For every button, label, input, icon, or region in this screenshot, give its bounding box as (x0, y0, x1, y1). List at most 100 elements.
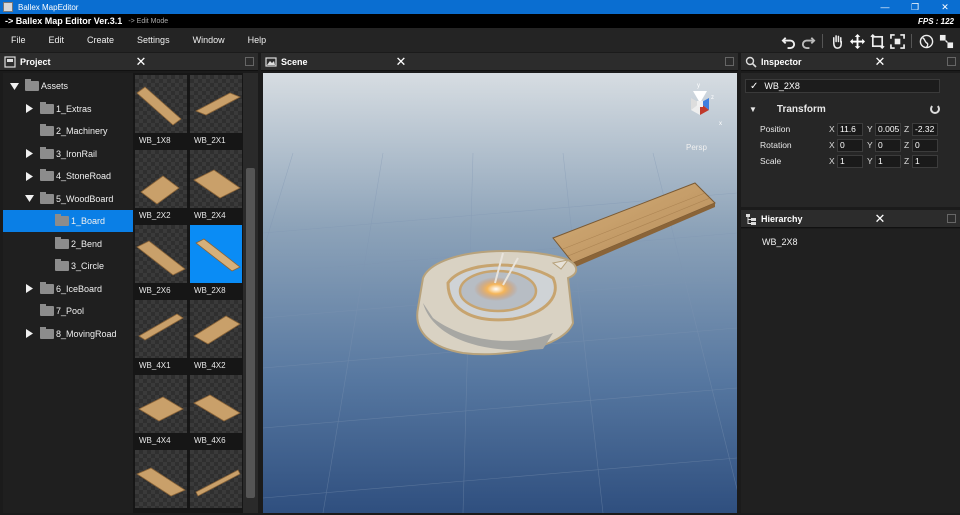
tree-item[interactable]: 3_Circle (3, 255, 133, 277)
menu-window[interactable]: Window (182, 35, 237, 45)
project-tree: Assets 1_Extras 2_Machinery 3_IronRail 4_Sto… (3, 73, 133, 513)
transform-header[interactable]: ▼ Transform (741, 101, 960, 117)
tree-item[interactable]: 6_IceBoard (3, 278, 133, 300)
asset-item[interactable]: WB_4X4 (133, 373, 188, 448)
tree-item[interactable]: 5_WoodBoard (3, 188, 133, 210)
expanded-arrow-icon[interactable] (9, 81, 19, 91)
scale-x-field[interactable]: 1 (837, 155, 863, 168)
folder-icon (55, 236, 69, 249)
perspective-label[interactable]: Persp (686, 143, 707, 152)
close-window-button[interactable]: ✕ (930, 0, 960, 14)
maximize-project-panel-button[interactable] (245, 57, 254, 66)
object-name-field[interactable]: ✓ WB_2X8 (745, 79, 940, 93)
pivot-icon[interactable] (936, 32, 956, 50)
scale-row: Scale X 1 Y 1 Z 1 (741, 155, 960, 169)
asset-item[interactable]: WB_4X6 (188, 373, 243, 448)
asset-item[interactable]: WB_4X2 (188, 298, 243, 373)
gizmo-y-label: y (697, 83, 700, 89)
asset-item[interactable]: WB_2X6 (133, 223, 188, 298)
scene-3d-render: y z x (263, 73, 737, 513)
asset-item[interactable] (133, 448, 188, 515)
maximize-scene-panel-button[interactable] (725, 57, 734, 66)
tree-item[interactable]: 1_Board (3, 210, 133, 232)
asset-scrollbar-thumb[interactable] (246, 168, 255, 498)
close-hierarchy-panel-button[interactable]: ✕ (873, 211, 887, 226)
rotation-y-field[interactable]: 0 (875, 139, 901, 152)
menu-help[interactable]: Help (237, 35, 279, 45)
asset-item[interactable]: WB_4X1 (133, 298, 188, 373)
scene-viewport[interactable]: y z x Persp (263, 73, 737, 513)
scene-panel-title: Scene (281, 56, 308, 67)
asset-item[interactable]: WB_2X1 (188, 73, 243, 148)
header-strip: -> Ballex Map Editor Ver.3.1 -> Edit Mod… (0, 14, 960, 28)
rotation-z-axis: Z (904, 140, 910, 150)
rotate-icon[interactable] (867, 32, 887, 50)
rotation-z-field[interactable]: 0 (912, 139, 938, 152)
tree-item[interactable]: 2_Machinery (3, 120, 133, 142)
position-z-field[interactable]: -2.32 (912, 123, 938, 136)
position-y-field[interactable]: 0.005 (875, 123, 901, 136)
asset-item[interactable]: WB_2X8 (188, 223, 243, 298)
asset-label: WB_4X6 (194, 436, 226, 445)
asset-item[interactable] (188, 448, 243, 515)
collapsed-arrow-icon[interactable] (24, 149, 34, 159)
active-checkbox[interactable]: ✓ (750, 81, 758, 92)
undo-icon[interactable] (778, 32, 798, 50)
asset-thumbnail (190, 300, 242, 358)
asset-item[interactable]: WB_1X8 (133, 73, 188, 148)
maximize-button[interactable]: ❐ (900, 0, 930, 14)
position-x-field[interactable]: 11.6 (837, 123, 863, 136)
folder-icon (40, 101, 54, 114)
position-row: Position X 11.6 Y 0.005 Z -2.32 (741, 123, 960, 137)
collapse-arrow-icon[interactable]: ▼ (749, 105, 757, 114)
folder-icon (40, 191, 54, 204)
hand-icon[interactable] (827, 32, 847, 50)
rotation-x-field[interactable]: 0 (837, 139, 863, 152)
folder-icon (55, 259, 69, 271)
asset-item[interactable]: WB_2X4 (188, 148, 243, 223)
reset-icon[interactable] (930, 104, 940, 114)
position-label: Position (760, 124, 791, 134)
close-project-panel-button[interactable]: ✕ (134, 54, 148, 69)
scale-x-axis: X (829, 156, 835, 166)
toolbar-separator (822, 34, 823, 48)
asset-label: WB_4X2 (194, 361, 226, 370)
maximize-inspector-panel-button[interactable] (947, 57, 956, 66)
menu-file[interactable]: File (0, 35, 38, 45)
asset-thumbnail (135, 225, 187, 283)
rotation-x-axis: X (829, 140, 835, 150)
folder-icon (40, 146, 54, 159)
hierarchy-item[interactable]: WB_2X8 (762, 237, 798, 247)
close-inspector-panel-button[interactable]: ✕ (873, 54, 887, 69)
maximize-hierarchy-panel-button[interactable] (947, 214, 956, 223)
tree-item[interactable]: 8_MovingRoad (3, 323, 133, 345)
asset-scrollbar[interactable] (243, 73, 258, 513)
global-icon[interactable] (916, 32, 936, 50)
close-scene-panel-button[interactable]: ✕ (394, 54, 408, 69)
asset-thumbnail (190, 450, 242, 508)
collapsed-arrow-icon[interactable] (24, 104, 34, 114)
tree-item[interactable]: 7_Pool (3, 300, 133, 322)
menu-edit[interactable]: Edit (38, 35, 77, 45)
menu-create[interactable]: Create (76, 35, 126, 45)
menu-settings[interactable]: Settings (126, 35, 182, 45)
tree-item[interactable]: 2_Bend (3, 233, 133, 255)
expanded-arrow-icon[interactable] (24, 194, 34, 204)
redo-icon[interactable] (798, 32, 818, 50)
collapsed-arrow-icon[interactable] (24, 329, 34, 339)
rotation-y-axis: Y (867, 140, 873, 150)
scale-y-field[interactable]: 1 (875, 155, 901, 168)
asset-label: WB_2X6 (139, 286, 171, 295)
scale-z-field[interactable]: 1 (912, 155, 938, 168)
tree-item[interactable]: 3_IronRail (3, 143, 133, 165)
collapsed-arrow-icon[interactable] (24, 284, 34, 294)
inspector-panel-header: Inspector ✕ (741, 53, 960, 71)
collapsed-arrow-icon[interactable] (24, 171, 34, 181)
scale-icon[interactable] (887, 32, 907, 50)
tree-item[interactable]: 1_Extras (3, 98, 133, 120)
move-icon[interactable] (847, 32, 867, 50)
tree-item[interactable]: 4_StoneRoad (3, 165, 133, 187)
minimize-button[interactable]: — (870, 0, 900, 14)
asset-item[interactable]: WB_2X2 (133, 148, 188, 223)
tree-item[interactable]: Assets (3, 75, 133, 97)
